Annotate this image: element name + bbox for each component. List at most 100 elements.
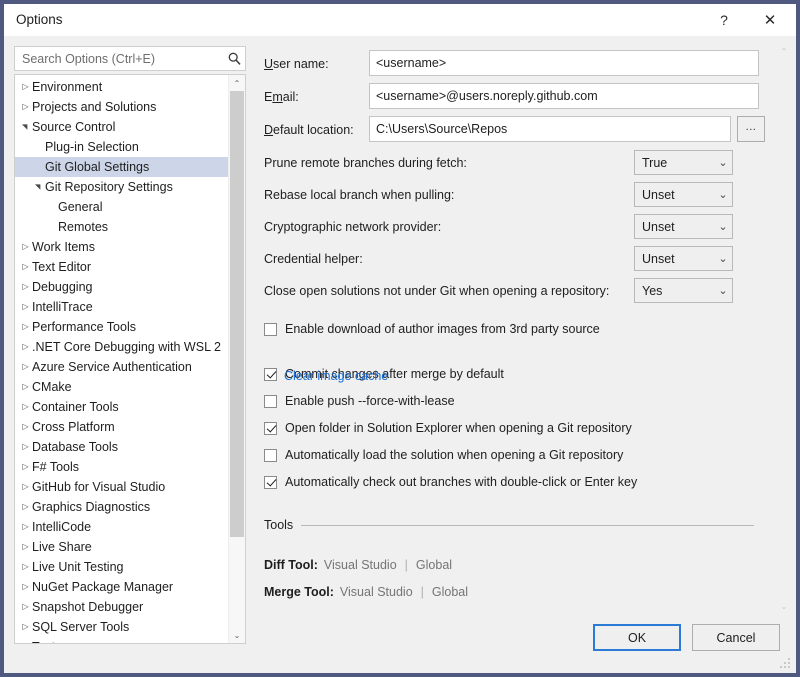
dropdown-select[interactable]: Unset⌄	[634, 246, 733, 271]
dropdown-select[interactable]: Unset⌄	[634, 214, 733, 239]
checkbox-row[interactable]: Automatically load the solution when ope…	[264, 448, 623, 462]
tree-collapsed-arrow-icon[interactable]: ▷	[19, 317, 32, 337]
tree-item[interactable]: ▷Azure Service Authentication	[15, 357, 230, 377]
tree-item[interactable]: ▷Projects and Solutions	[15, 97, 230, 117]
tree-item[interactable]: ▷Database Tools	[15, 437, 230, 457]
resize-grip[interactable]	[780, 658, 792, 670]
tree-scroll-thumb[interactable]	[230, 91, 244, 537]
tree-collapsed-arrow-icon[interactable]: ▷	[19, 497, 32, 517]
tree-item[interactable]: Remotes	[15, 217, 230, 237]
tree-expanded-arrow-icon[interactable]: ◢	[16, 121, 36, 134]
tree-item-label: Graphics Diagnostics	[32, 497, 150, 517]
dropdown-select[interactable]: True⌄	[634, 150, 733, 175]
tree-item[interactable]: ▷Performance Tools	[15, 317, 230, 337]
tree-collapsed-arrow-icon[interactable]: ▷	[19, 237, 32, 257]
tree-item[interactable]: ◢Git Repository Settings	[15, 177, 230, 197]
tree-item[interactable]: ▷Text Editor	[15, 257, 230, 277]
email-input[interactable]	[369, 83, 759, 109]
tree-item[interactable]: ▷IntelliCode	[15, 517, 230, 537]
tree-item[interactable]: ▷Live Unit Testing	[15, 557, 230, 577]
tools-group-header: Tools	[264, 518, 754, 532]
tree-expanded-arrow-icon[interactable]: ◢	[29, 181, 49, 194]
dropdown-label: Credential helper:	[264, 252, 363, 266]
tree-collapsed-arrow-icon[interactable]: ▷	[19, 517, 32, 537]
tree-item[interactable]: Plug-in Selection	[15, 137, 230, 157]
default-location-input[interactable]	[369, 116, 731, 142]
default-location-label: Default location:	[264, 123, 354, 137]
diff-tool-value-link[interactable]: Visual Studio	[324, 558, 397, 572]
tree-collapsed-arrow-icon[interactable]: ▷	[19, 97, 32, 117]
chevron-down-icon: ⌄	[714, 284, 732, 297]
tree-item[interactable]: ▷Live Share	[15, 537, 230, 557]
tree-collapsed-arrow-icon[interactable]: ▷	[19, 537, 32, 557]
tree-item[interactable]: ▷IntelliTrace	[15, 297, 230, 317]
tree-item-label: CMake	[32, 377, 72, 397]
close-icon[interactable]: ✕	[750, 4, 790, 36]
user-name-input[interactable]	[369, 50, 759, 76]
search-input[interactable]	[15, 47, 223, 70]
checkbox-row[interactable]: Open folder in Solution Explorer when op…	[264, 421, 632, 435]
dropdown-label: Cryptographic network provider:	[264, 220, 441, 234]
checkbox-row[interactable]: Enable push --force-with-lease	[264, 394, 455, 408]
tree-collapsed-arrow-icon[interactable]: ▷	[19, 477, 32, 497]
tree-collapsed-arrow-icon[interactable]: ▷	[19, 417, 32, 437]
settings-panel: User name: Email: Default location: ... …	[256, 36, 796, 673]
checkbox-checked-icon[interactable]	[264, 476, 277, 489]
panel-scrollbar[interactable]: ⌃ ⌄	[776, 44, 792, 613]
tree-collapsed-arrow-icon[interactable]: ▷	[19, 277, 32, 297]
tree-collapsed-arrow-icon[interactable]: ▷	[19, 297, 32, 317]
tree-collapsed-arrow-icon[interactable]: ▷	[19, 77, 32, 97]
tree-item[interactable]: ▷GitHub for Visual Studio	[15, 477, 230, 497]
cancel-button[interactable]: Cancel	[692, 624, 780, 651]
options-tree[interactable]: ▷Environment▷Projects and Solutions◢Sour…	[14, 74, 246, 644]
tree-collapsed-arrow-icon[interactable]: ▷	[19, 257, 32, 277]
checkbox-unchecked-icon[interactable]	[264, 449, 277, 462]
search-icon[interactable]	[223, 52, 245, 65]
tree-collapsed-arrow-icon[interactable]: ▷	[19, 397, 32, 417]
tree-item[interactable]: General	[15, 197, 230, 217]
tree-item[interactable]: ▷CMake	[15, 377, 230, 397]
chevron-down-icon: ⌄	[714, 156, 732, 169]
tree-scroll-up-icon[interactable]: ⌃	[229, 75, 245, 91]
tree-item[interactable]: ▷Cross Platform	[15, 417, 230, 437]
tree-item[interactable]: ▷Work Items	[15, 237, 230, 257]
tree-item[interactable]: ▷NuGet Package Manager	[15, 577, 230, 597]
dropdown-select[interactable]: Yes⌄	[634, 278, 733, 303]
browse-button[interactable]: ...	[737, 116, 765, 142]
checkbox-row[interactable]: Automatically check out branches with do…	[264, 475, 637, 489]
merge-tool-value-link[interactable]: Visual Studio	[340, 585, 413, 599]
panel-scroll-up-icon[interactable]: ⌃	[776, 44, 792, 58]
tree-item[interactable]: ▷Debugging	[15, 277, 230, 297]
help-icon[interactable]: ?	[704, 4, 744, 36]
merge-tool-scope-link[interactable]: Global	[432, 585, 468, 599]
tools-group-divider	[301, 525, 754, 526]
tree-item[interactable]: ▷Container Tools	[15, 397, 230, 417]
clear-image-cache-link[interactable]: Clear image cache	[284, 369, 388, 383]
tree-item[interactable]: ◢Source Control	[15, 117, 230, 137]
checkbox-row[interactable]: Enable download of author images from 3r…	[264, 322, 600, 336]
checkbox-unchecked-icon[interactable]	[264, 323, 277, 336]
tree-collapsed-arrow-icon[interactable]: ▷	[19, 377, 32, 397]
checkbox-checked-icon[interactable]	[264, 422, 277, 435]
tree-scrollbar[interactable]: ⌃ ⌄	[228, 75, 245, 643]
tree-item[interactable]: ▷.NET Core Debugging with WSL 2	[15, 337, 230, 357]
tools-group-title: Tools	[264, 518, 301, 532]
checkbox-checked-icon[interactable]	[264, 368, 277, 381]
merge-tool-separator: |	[421, 585, 424, 599]
tree-collapsed-arrow-icon[interactable]: ▷	[19, 457, 32, 477]
tree-collapsed-arrow-icon[interactable]: ▷	[19, 557, 32, 577]
checkbox-unchecked-icon[interactable]	[264, 395, 277, 408]
tree-item[interactable]: ▷F# Tools	[15, 457, 230, 477]
ok-button[interactable]: OK	[593, 624, 681, 651]
tree-item[interactable]: Git Global Settings	[15, 157, 230, 177]
diff-tool-scope-link[interactable]: Global	[416, 558, 452, 572]
merge-tool-row: Merge Tool: Visual Studio | Global	[264, 585, 468, 599]
tree-collapsed-arrow-icon[interactable]: ▷	[19, 357, 32, 377]
dropdown-select[interactable]: Unset⌄	[634, 182, 733, 207]
tree-item[interactable]: ▷Environment	[15, 77, 230, 97]
tree-collapsed-arrow-icon[interactable]: ▷	[19, 437, 32, 457]
tree-item[interactable]: ▷Graphics Diagnostics	[15, 497, 230, 517]
tree-collapsed-arrow-icon[interactable]: ▷	[19, 577, 32, 597]
tree-collapsed-arrow-icon[interactable]: ▷	[19, 337, 32, 357]
search-box[interactable]	[14, 46, 246, 71]
